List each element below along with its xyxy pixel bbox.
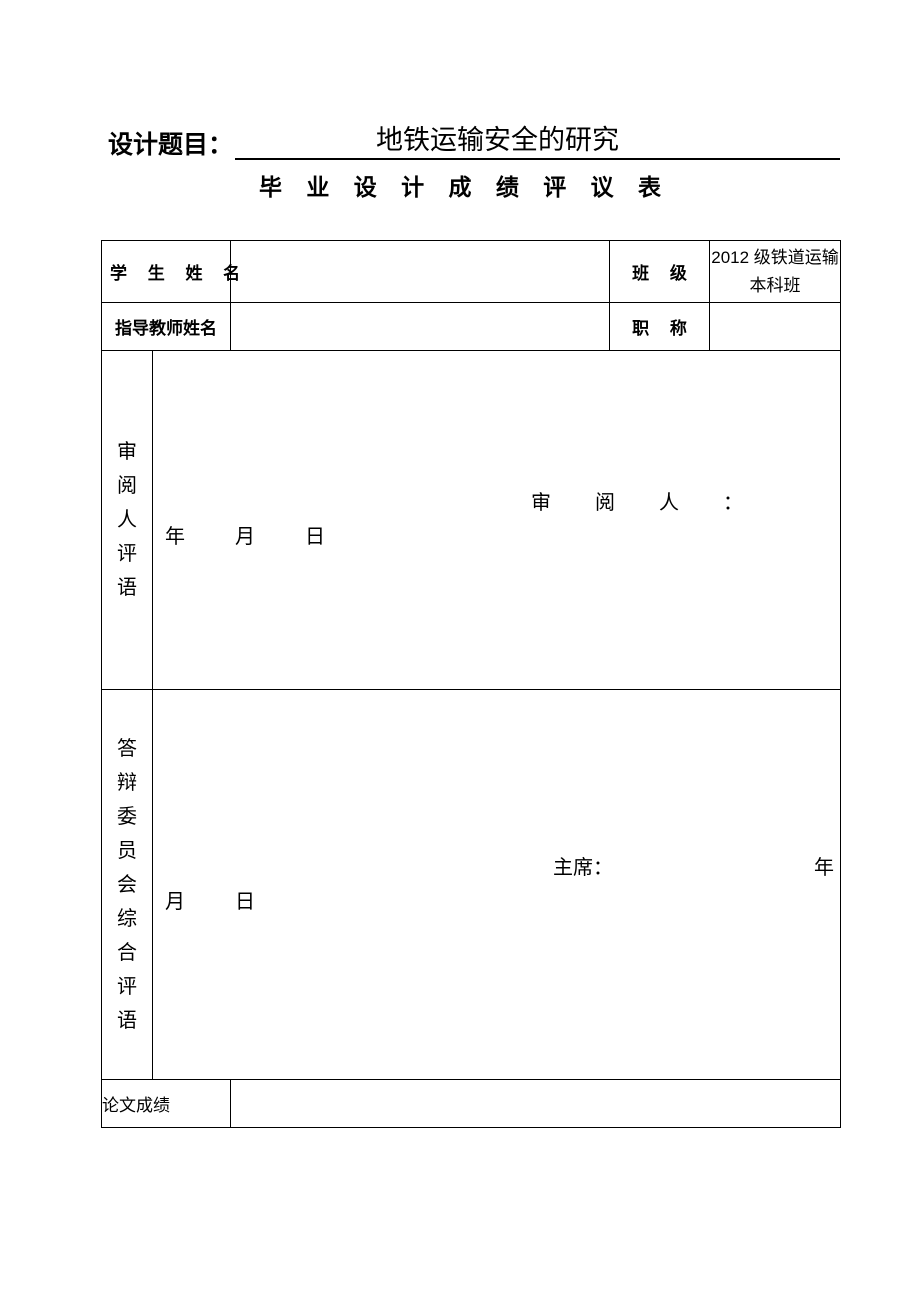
- committee-comment-label: 答辩委员会综合评语: [101, 689, 153, 1080]
- design-title-value: 地铁运输安全的研究: [376, 125, 619, 155]
- reviewer-comment-label-text: 审阅人评语: [117, 441, 137, 599]
- student-name-label: 学 生 姓 名: [100, 240, 240, 303]
- chair-date-monthday: 月日: [165, 890, 305, 913]
- design-title-label: 设计题目：: [108, 131, 234, 159]
- chair-signature-label: 主席：: [553, 856, 613, 879]
- grade-evaluation-table: 学 生 姓 名 班 级 2012 级铁道运输本科班 指导教师姓名 职 称 审阅人…: [100, 240, 842, 1128]
- committee-comment-label-text: 答辩委员会综合评语: [117, 737, 137, 1032]
- reviewer-comment-area[interactable]: 审阅人： 年月日: [151, 350, 842, 690]
- reviewer-signature-label: 审阅人：: [531, 492, 787, 514]
- student-name-value[interactable]: [230, 240, 611, 303]
- reviewer-comment-body[interactable]: 审阅人： 年月日: [153, 486, 840, 554]
- table-row-thesis-score: 论文成绩: [100, 1079, 842, 1128]
- document-page: 设计题目： 地铁运输安全的研究 毕 业 设 计 成 绩 评 议 表 学 生 姓 …: [0, 0, 920, 1302]
- table-row-reviewer-comment: 审阅人评语 审阅人： 年月日: [101, 350, 842, 690]
- title-rank-label: 职 称: [609, 302, 711, 351]
- advisor-name-value[interactable]: [230, 302, 611, 351]
- form-heading: 毕 业 设 计 成 绩 评 议 表: [258, 174, 671, 200]
- class-label: 班 级: [609, 240, 711, 303]
- reviewer-date-label: 年月日: [165, 526, 375, 548]
- thesis-score-value[interactable]: [230, 1079, 842, 1128]
- advisor-name-label: 指导教师姓名: [100, 302, 232, 351]
- chair-signature-line: 主席： 年: [153, 851, 840, 885]
- committee-comment-body[interactable]: 主席： 年 月日: [153, 851, 840, 919]
- class-value[interactable]: 2012 级铁道运输本科班: [709, 240, 842, 303]
- table-row-advisor: 指导教师姓名 职 称: [100, 302, 842, 351]
- design-title-underline: 地铁运输安全的研究: [235, 124, 840, 160]
- title-rank-value[interactable]: [709, 302, 842, 351]
- chair-signature-spacer: [613, 851, 814, 885]
- committee-comment-area[interactable]: 主席： 年 月日: [151, 689, 842, 1080]
- thesis-score-label: 论文成绩: [100, 1079, 232, 1128]
- design-title-line: 设计题目： 地铁运输安全的研究: [108, 116, 840, 160]
- reviewer-comment-label: 审阅人评语: [101, 350, 153, 690]
- chair-date-year: 年: [814, 856, 835, 879]
- table-row-committee-comment: 答辩委员会综合评语 主席： 年 月日: [101, 689, 842, 1080]
- table-row-student: 学 生 姓 名 班 级 2012 级铁道运输本科班: [100, 240, 842, 303]
